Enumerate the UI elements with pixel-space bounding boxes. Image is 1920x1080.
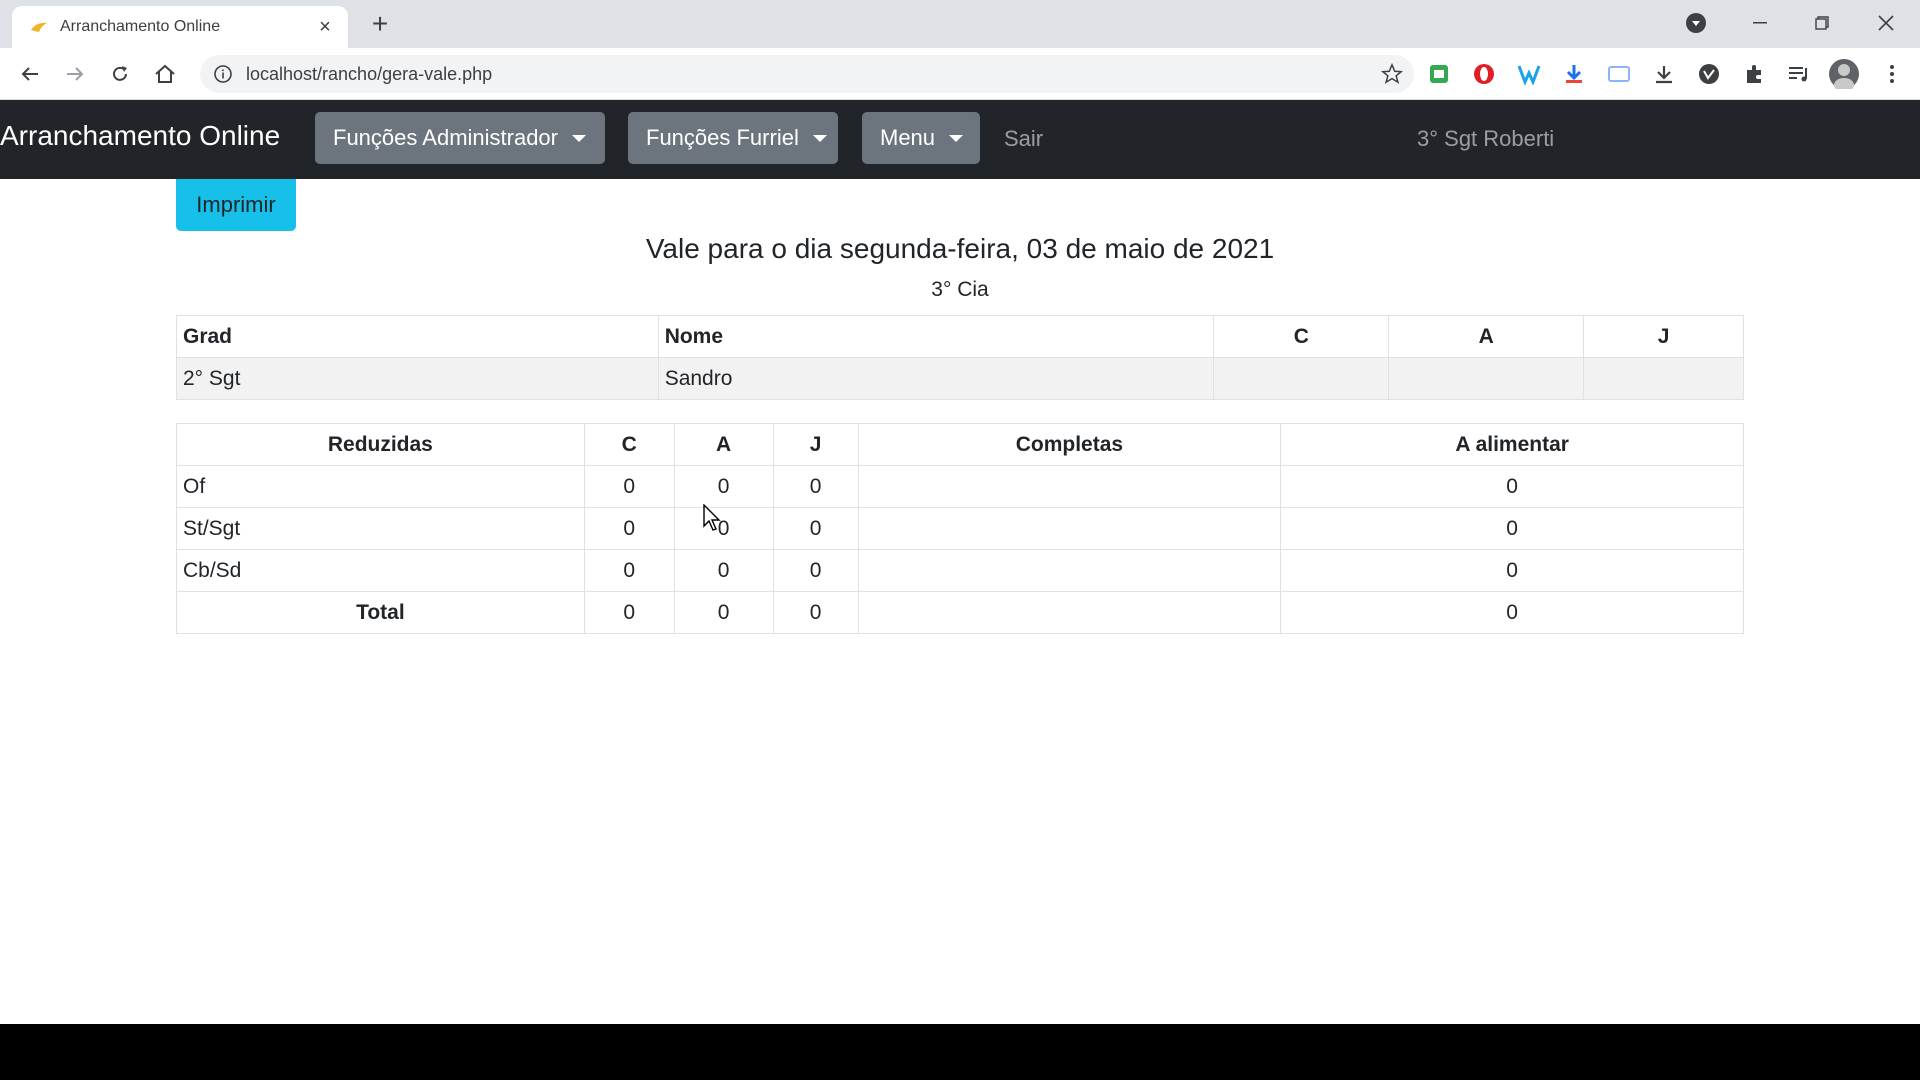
cell-label: St/Sgt [176, 507, 585, 550]
company-subtitle: 3° Cia [931, 278, 989, 301]
site-info-icon[interactable] [212, 63, 234, 85]
cell-c: 0 [583, 549, 675, 592]
app-navbar: Arranchamento Online Funções Administrad… [0, 100, 1920, 179]
admin-functions-dropdown[interactable]: Funções Administrador [315, 112, 605, 164]
browser-tab[interactable]: Arranchamento Online × [12, 6, 348, 48]
header-a-alimentar: A alimentar [1280, 423, 1744, 466]
cell-nome: Sandro [657, 357, 1215, 400]
extension-vpn-icon[interactable] [1695, 60, 1723, 88]
back-icon[interactable] [14, 58, 46, 90]
summary-table: Reduzidas C A J Completas A alimentar Of… [176, 423, 1744, 634]
caret-down-icon [812, 134, 827, 142]
new-tab-icon[interactable]: + [366, 10, 394, 38]
table-row: Of 0 0 0 0 [176, 465, 1744, 508]
browser-menu-icon[interactable] [1878, 60, 1906, 88]
cell-c [1213, 357, 1390, 400]
cell-c: 0 [583, 507, 675, 550]
header-completas: Completas [857, 423, 1282, 466]
browser-tabbar: Arranchamento Online × + [0, 0, 1920, 48]
roster-table: Grad Nome C A J 2° Sgt Sandro [176, 315, 1744, 400]
bottom-black-bar [0, 1024, 1920, 1080]
extension-v-icon[interactable] [1515, 60, 1543, 88]
table-row: St/Sgt 0 0 0 0 [176, 507, 1744, 550]
tab-title: Arranchamento Online [60, 18, 221, 35]
home-icon[interactable] [149, 58, 181, 90]
header-j: J [772, 423, 859, 466]
extensions-puzzle-icon[interactable] [1740, 60, 1768, 88]
address-bar[interactable]: localhost/rancho/gera-vale.php [200, 55, 1414, 93]
header-a: A [673, 423, 774, 466]
cell-completas [857, 465, 1282, 508]
cell-alimentar: 0 [1280, 507, 1744, 550]
cell-c: 0 [583, 591, 675, 634]
reload-icon[interactable] [104, 58, 136, 90]
page-content: Arranchamento Online Funções Administrad… [0, 100, 1920, 1024]
user-name: 3° Sgt Roberti [1417, 126, 1555, 151]
media-queue-icon[interactable] [1785, 60, 1813, 88]
cell-j: 0 [772, 507, 859, 550]
header-reduzidas: Reduzidas [176, 423, 585, 466]
extension-opera-icon[interactable] [1470, 60, 1498, 88]
profile-avatar-icon[interactable] [1828, 58, 1860, 90]
mouse-cursor-icon [703, 504, 721, 531]
cell-grad: 2° Sgt [176, 357, 659, 400]
menu-dropdown[interactable]: Menu [862, 112, 980, 164]
header-nome: Nome [657, 315, 1215, 358]
cell-label: Of [176, 465, 585, 508]
cell-completas [857, 591, 1282, 634]
cell-a: 0 [673, 591, 774, 634]
browser-toolbar: localhost/rancho/gera-vale.php [0, 48, 1920, 100]
table-total-row: Total 0 0 0 0 [176, 591, 1744, 634]
admin-functions-label: Funções Administrador [333, 125, 558, 150]
logout-link[interactable]: Sair [1004, 126, 1043, 152]
cell-a: 0 [673, 507, 774, 550]
minimize-icon[interactable] [1740, 6, 1780, 40]
caret-down-icon [572, 134, 586, 142]
cell-j [1583, 357, 1744, 400]
table-row: 2° Sgt Sandro [176, 357, 1744, 400]
cell-total-label: Total [176, 591, 585, 634]
brand-link[interactable]: Arranchamento Online [0, 120, 280, 152]
close-window-icon[interactable] [1866, 6, 1906, 40]
cell-a [1388, 357, 1585, 400]
downloads-icon[interactable] [1650, 60, 1678, 88]
bookmark-star-icon[interactable] [1378, 60, 1406, 88]
extension-sheets-icon[interactable] [1425, 60, 1453, 88]
cell-j: 0 [772, 465, 859, 508]
cell-j: 0 [772, 549, 859, 592]
extension-cast-icon[interactable] [1605, 60, 1633, 88]
menu-label: Menu [880, 125, 936, 150]
cell-label: Cb/Sd [176, 549, 585, 592]
header-c: C [1213, 315, 1390, 358]
header-j: J [1583, 315, 1744, 358]
tab-close-icon[interactable]: × [314, 16, 336, 38]
restore-icon[interactable] [1802, 6, 1842, 40]
extension-download-icon[interactable] [1560, 60, 1588, 88]
header-a: A [1388, 315, 1585, 358]
cell-a: 0 [673, 465, 774, 508]
table-header-row: Grad Nome C A J [176, 315, 1744, 358]
url-text: localhost/rancho/gera-vale.php [246, 63, 493, 84]
cell-alimentar: 0 [1280, 591, 1744, 634]
cell-alimentar: 0 [1280, 549, 1744, 592]
cell-j: 0 [772, 591, 859, 634]
header-grad: Grad [176, 315, 659, 358]
forward-icon[interactable] [59, 58, 91, 90]
cell-completas [857, 549, 1282, 592]
cell-completas [857, 507, 1282, 550]
profile-dropdown-icon[interactable] [1682, 6, 1710, 40]
furriel-functions-dropdown[interactable]: Funções Furriel [628, 112, 838, 164]
cell-a: 0 [673, 549, 774, 592]
furriel-functions-label: Funções Furriel [646, 125, 799, 150]
table-header-row: Reduzidas C A J Completas A alimentar [176, 423, 1744, 466]
caret-down-icon [949, 134, 964, 142]
header-c: C [583, 423, 675, 466]
print-button[interactable]: Imprimir [176, 179, 296, 231]
cell-alimentar: 0 [1280, 465, 1744, 508]
page-title: Vale para o dia segunda-feira, 03 de mai… [645, 233, 1275, 264]
cell-c: 0 [583, 465, 675, 508]
table-row: Cb/Sd 0 0 0 0 [176, 549, 1744, 592]
site-favicon-icon [30, 18, 48, 36]
